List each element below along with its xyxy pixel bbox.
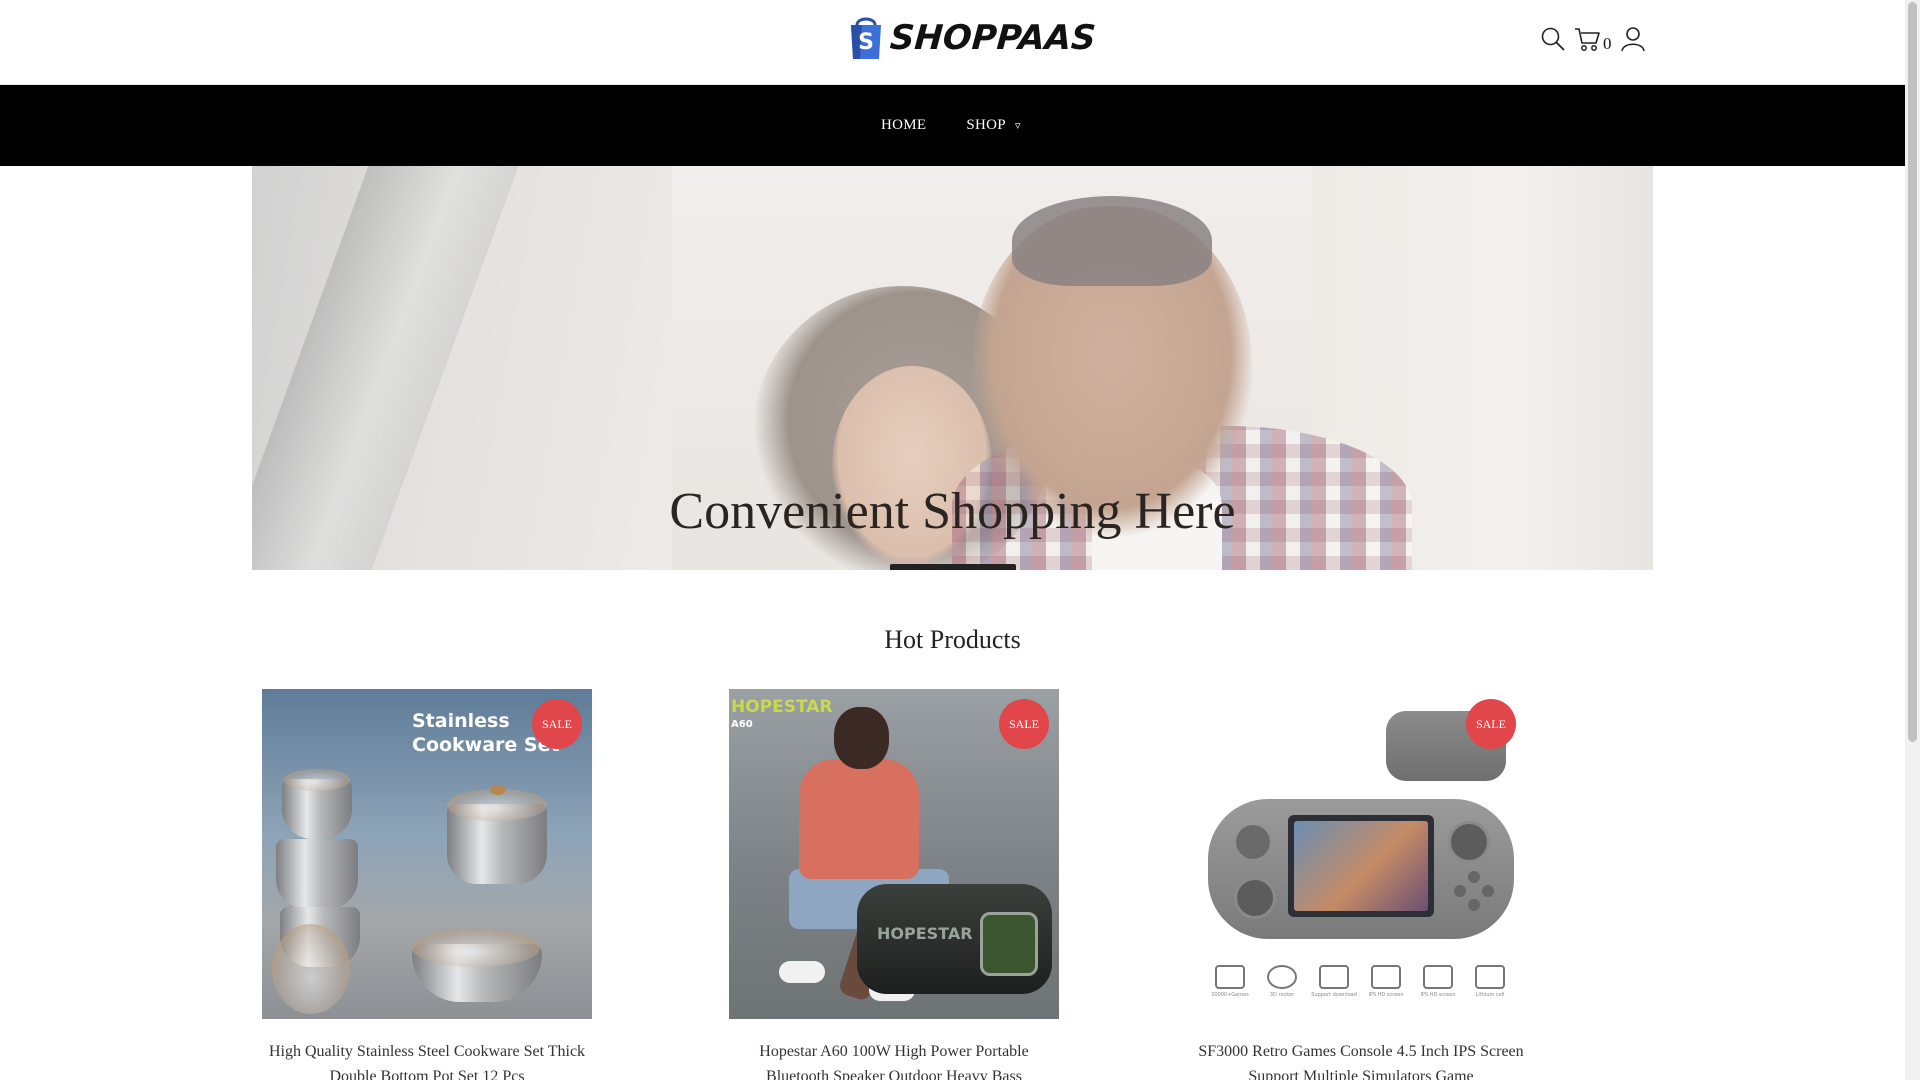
feature-item: IPS HD screen [1366,965,1406,1005]
product-title[interactable]: Hopestar A60 100W High Power Portable Bl… [729,1039,1059,1080]
site-header: S SHOPPAAS 0 [0,0,1905,85]
lid-shape [412,929,540,967]
console-screen-image [1294,821,1428,911]
sale-badge: SALE [1466,699,1516,749]
product-card[interactable]: 20000+Games 3D rocker Support download I… [1196,689,1526,1080]
feature-item: Support download [1311,965,1357,1005]
nav-item-shop-label: SHOP [966,117,1006,133]
feature-caption: 3D rocker [1269,992,1295,998]
analog-stick-shape [1234,877,1276,919]
account-icon [1620,27,1645,52]
dpad-shape [1236,825,1270,859]
product-card[interactable]: Stainless Cookware Set SALE High Quality… [262,689,592,1080]
speaker-grill-shape [980,912,1038,976]
feature-caption: Lithium cell [1475,992,1505,998]
scrollbar-thumb[interactable] [1908,2,1917,742]
feature-row: 20000+Games 3D rocker Support download I… [1210,965,1510,1005]
sale-badge: SALE [532,699,582,749]
feature-caption: IPS HD screen [1368,992,1404,998]
nav-item-home[interactable]: HOME [881,117,926,134]
main-nav: HOME SHOP ▿ [0,85,1905,166]
sale-badge: SALE [999,699,1049,749]
account-button[interactable] [1620,26,1646,52]
page: S SHOPPAAS 0 HOME SHOP ▿ Convenient Shop… [0,0,1905,1080]
person-head-shape [834,707,889,769]
face-button-shape [1482,885,1494,897]
product-title[interactable]: High Quality Stainless Steel Cookware Se… [262,1039,592,1080]
feature-caption: 20000+Games [1211,992,1249,998]
lid-knob-shape [490,785,506,795]
feature-icon [1475,965,1505,989]
product-image[interactable]: HOPESTAR A60 HOPESTAR SALE [729,689,1059,1019]
product-title[interactable]: SF3000 Retro Games Console 4.5 Inch IPS … [1196,1039,1526,1080]
feature-item: 20000+Games [1210,965,1250,1005]
person-body-shape [799,759,919,879]
cart-button[interactable]: 0 [1574,24,1612,54]
feature-caption: Support download [1311,992,1357,998]
shopping-bag-logo-icon: S [851,17,881,59]
analog-stick-shape [1448,821,1490,863]
console-screen-shape [1288,815,1434,917]
console-shape [1208,799,1514,939]
hero-title: Convenient Shopping Here [669,483,1236,540]
search-button[interactable] [1540,26,1566,52]
product-image-brand: HOPESTAR [731,697,833,717]
nav-item-shop[interactable]: SHOP ▿ [966,117,1020,134]
product-card[interactable]: HOPESTAR A60 HOPESTAR SALE Hopestar A60 … [729,689,1059,1080]
logo[interactable]: S SHOPPAAS [848,12,1098,64]
feature-icon [1267,965,1297,989]
svg-text:S: S [858,30,874,55]
cart-count: 0 [1603,34,1612,53]
nav-items: HOME SHOP ▿ [881,117,1021,134]
glass-lid-shape [272,924,350,1014]
cart-icon [1575,28,1600,51]
header-icons: 0 [1540,24,1654,54]
shoe-shape [779,961,825,983]
feature-item: Lithium cell [1470,965,1510,1005]
product-image[interactable]: Stainless Cookware Set SALE [262,689,592,1019]
feature-caption: IPS HD screen [1420,992,1456,998]
face-button-shape [1454,885,1466,897]
feature-icon [1215,965,1245,989]
chevron-down-icon: ▿ [1014,120,1021,132]
hot-products-title: Hot Products [884,625,1021,654]
product-image[interactable]: 20000+Games 3D rocker Support download I… [1196,689,1526,1019]
logo-text: SHOPPAAS [888,18,1098,58]
speaker-shape: HOPESTAR [857,884,1052,994]
pot-shape [276,839,358,909]
feature-icon [1319,965,1349,989]
face-button-shape [1468,871,1480,883]
feature-item: IPS HD screen [1418,965,1458,1005]
search-icon [1541,27,1565,51]
feature-item: 3D rocker [1262,965,1302,1005]
scrollbar[interactable] [1905,0,1920,1080]
speaker-label: HOPESTAR [877,924,973,943]
hero-cta-button[interactable] [890,564,1016,570]
feature-icon [1371,965,1401,989]
face-button-shape [1468,899,1480,911]
hero-banner[interactable]: Convenient Shopping Here [252,166,1653,570]
feature-icon [1423,965,1453,989]
product-image-model: A60 [731,719,753,730]
lid-shape [284,769,350,791]
